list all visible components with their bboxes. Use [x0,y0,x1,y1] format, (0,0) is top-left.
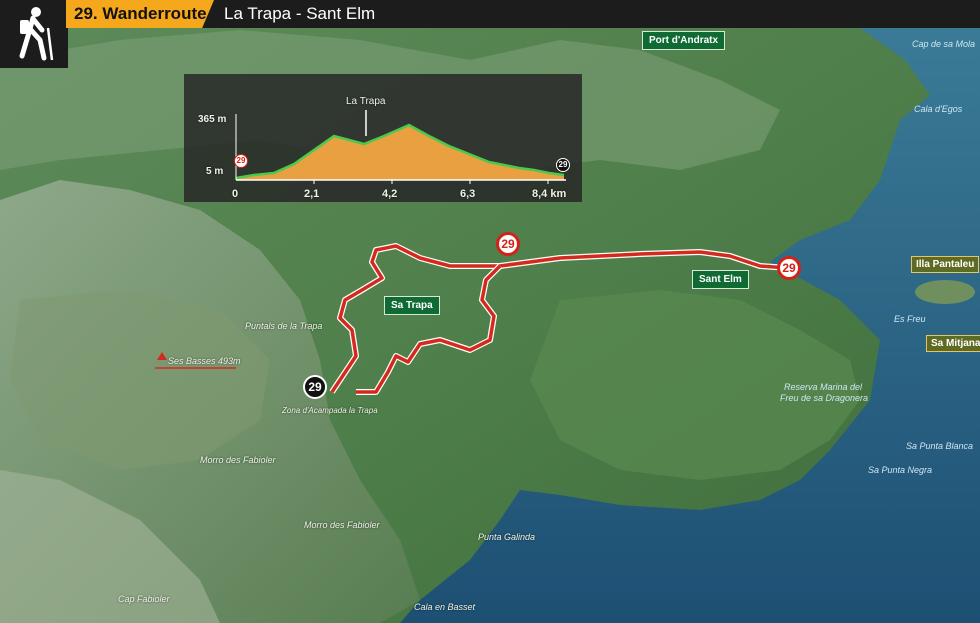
sea-reserva-line-1: Reserva Marina del [784,382,863,392]
label-sa-mitjana: Sa Mitjana [926,335,980,352]
route-name: La Trapa - Sant Elm [224,4,376,23]
map-stage: 29. Wanderroute La Trapa - Sant Elm La T… [0,0,980,623]
elevation-chart [235,110,566,184]
hiker-icon [19,7,54,61]
route-badge-start: 29 [303,375,327,399]
place-ses-basses: Ses Basses 493m [168,356,241,366]
place-zona-acampada: Zona d'Acampada la Trapa [282,406,378,415]
sea-es-freu: Es Freu [894,314,926,324]
sea-punta-negra: Sa Punta Negra [868,465,933,475]
elev-max-label: 365 m [198,114,227,125]
place-cap-fabioler: Cap Fabioler [118,594,170,604]
x-tick-1: 2,1 [304,188,320,200]
elev-min-label: 5 m [206,166,224,177]
profile-fill [236,125,564,180]
label-illa-pantaleu: Illa Pantaleu [911,256,980,273]
profile-end-badge: 29 [556,158,570,172]
hiker-badge [0,0,68,68]
x-tick-2: 4,2 [382,188,398,200]
profile-start-badge: 29 [234,154,248,168]
place-morro-1: Morro des Fabioler [200,455,276,465]
sea-cala-egos: Cala d'Egos [914,104,963,114]
route-badge-end: 29 [777,256,801,280]
elevation-profile: La Trapa 365 m 5 m 0 2,1 4,2 6,3 8,4 km … [184,74,582,202]
place-punta-galinda: Punta Galinda [478,532,536,542]
label-sa-trapa: Sa Trapa [384,296,440,315]
peak-label: La Trapa [346,96,386,107]
place-morro-2: Morro des Fabioler [304,520,380,530]
label-sant-elm: Sant Elm [692,270,749,289]
sea-punta-blanca: Sa Punta Blanca [906,441,974,451]
x-tick-3: 6,3 [460,188,476,200]
x-tick-4: 8,4 km [532,188,567,200]
place-puntals: Puntals de la Trapa [245,321,323,331]
route-number-label: 29. Wanderroute [66,0,214,28]
sea-cap-mola: Cap de sa Mola [912,39,976,49]
island-pantaleu [915,280,975,304]
x-tick-0: 0 [232,188,239,200]
route-badge-mid: 29 [496,232,520,256]
place-cala-basset: Cala en Basset [414,602,476,612]
label-port-andratx: Port d'Andratx [642,31,726,50]
sea-reserva-line-2: Freu de sa Dragonera [780,393,869,403]
